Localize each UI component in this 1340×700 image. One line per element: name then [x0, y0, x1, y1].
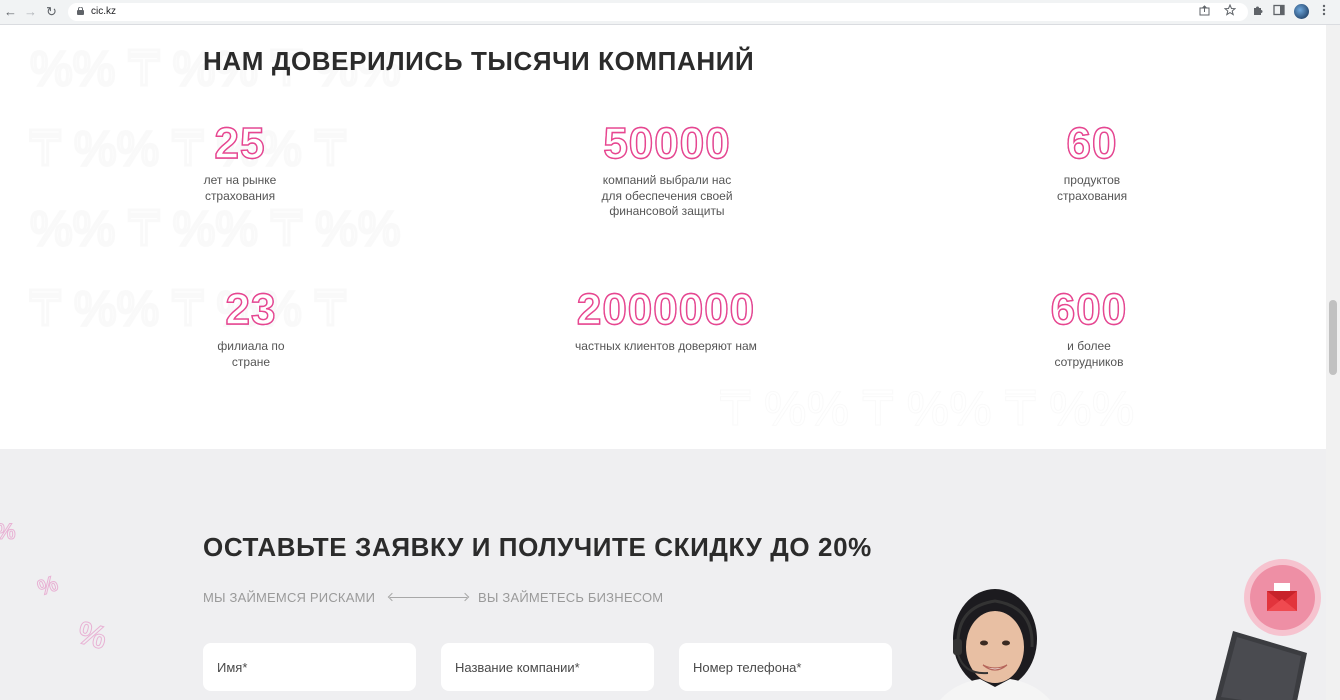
stat-label-line: для обеспечения своей: [601, 188, 733, 203]
more-menu-icon[interactable]: [1322, 3, 1326, 17]
stat-label-line: страхования: [204, 188, 276, 203]
stat-label-line: сотрудников: [1054, 354, 1124, 369]
support-operator-image: [940, 589, 1050, 700]
svg-text:%% ₸ %% ₸ %%: %% ₸ %% ₸ %%: [30, 203, 401, 256]
browser-toolbar: ← → ↻ cic.kz: [0, 0, 1340, 25]
tagline-left: МЫ ЗАЙМЕМСЯ РИСКАМИ: [203, 590, 376, 605]
scrollbar-thumb[interactable]: [1329, 300, 1337, 375]
lock-icon: [77, 7, 84, 15]
envelope-icon: [1267, 583, 1297, 611]
stat-label-line: страхования: [1056, 188, 1128, 203]
reload-icon[interactable]: ↻: [46, 3, 57, 21]
stat-label: филиала по стране: [201, 339, 301, 370]
stat-number: 600: [1029, 287, 1149, 332]
tagline-right: ВЫ ЗАЙМЕТЕСЬ БИЗНЕСОМ: [478, 590, 664, 605]
share-icon[interactable]: [1199, 5, 1210, 16]
back-icon[interactable]: ←: [4, 3, 17, 21]
stat-products: 60 продуктов страхования: [1032, 121, 1152, 204]
svg-text:₸ %% ₸ %% ₸ %%: ₸ %% ₸ %% ₸ %%: [720, 383, 1134, 436]
stat-label: лет на рынке страхования: [190, 173, 290, 204]
stat-companies: 50000 компаний выбрали нас для обеспечени…: [567, 121, 767, 220]
stat-employees: 600 и более сотрудников: [1029, 287, 1149, 370]
stat-label-line: филиала по: [217, 339, 285, 353]
percent-decoration: %: [73, 613, 111, 657]
phone-field[interactable]: [679, 643, 892, 691]
stat-label-line: финансовой защиты: [609, 204, 725, 218]
stat-label-line: частных клиентов доверяют нам: [575, 339, 757, 353]
stat-label: и более сотрудников: [1029, 339, 1149, 370]
stat-label: частных клиентов доверяют нам: [546, 339, 786, 355]
percent-decoration: %: [0, 519, 16, 545]
stat-label-line: и более: [1067, 339, 1111, 353]
request-form-section: % % % ОСТАВЬТЕ ЗАЯВКУ И ПОЛУЧИТЕ СКИДКУ …: [0, 449, 1326, 700]
stat-label: продуктов страхования: [1032, 173, 1152, 204]
url-text: cic.kz: [91, 6, 116, 17]
form-title: ОСТАВЬТЕ ЗАЯВКУ И ПОЛУЧИТЕ СКИДКУ ДО 20%: [203, 532, 872, 562]
background-pattern: %% ₸ %% ₸ %% ₸ %% ₸ %% ₸ %% ₸ %% ₸ %% ₸ …: [29, 42, 403, 338]
stat-number: 50000: [567, 121, 767, 166]
contact-float-button[interactable]: [1244, 559, 1321, 636]
name-field[interactable]: [203, 643, 416, 691]
stat-branches: 23 филиала по стране: [201, 287, 301, 370]
double-arrow-icon: [390, 597, 467, 598]
stat-label-line: лет на рынке: [203, 173, 277, 187]
background-pattern-right: ₸ %% ₸ %% ₸ %%: [720, 383, 1135, 437]
stat-label-line: стране: [231, 354, 271, 369]
stat-number: 2000000: [546, 287, 786, 332]
stat-label-line: компаний выбрали нас: [602, 173, 732, 187]
svg-text:₸ %% ₸ %% ₸: ₸ %% ₸ %% ₸: [30, 123, 346, 176]
stat-clients: 2000000 частных клиентов доверяют нам: [546, 287, 786, 355]
bookmark-star-icon[interactable]: [1224, 4, 1236, 16]
laptop-image: [1215, 631, 1307, 700]
company-field[interactable]: [441, 643, 654, 691]
forward-icon[interactable]: →: [24, 3, 37, 21]
side-panel-icon[interactable]: [1273, 4, 1285, 16]
stats-title: НАМ ДОВЕРИЛИСЬ ТЫСЯЧИ КОМПАНИЙ: [203, 46, 755, 76]
stat-label: компаний выбрали нас для обеспечения свое…: [567, 173, 767, 220]
stat-years: 25 лет на рынке страхования: [190, 121, 290, 204]
stat-number: 23: [201, 287, 301, 332]
stat-label-line: продуктов: [1063, 173, 1121, 187]
stat-number: 25: [190, 121, 290, 166]
percent-decoration: %: [34, 570, 62, 601]
profile-avatar[interactable]: [1294, 4, 1309, 19]
extensions-puzzle-icon[interactable]: [1252, 4, 1264, 16]
stats-section: %% ₸ %% ₸ %% ₸ %% ₸ %% ₸ %% ₸ %% ₸ %% ₸ …: [0, 25, 1326, 449]
address-bar[interactable]: cic.kz: [68, 3, 1248, 21]
phone-input[interactable]: [693, 643, 883, 691]
name-input[interactable]: [217, 643, 407, 691]
stat-number: 60: [1032, 121, 1152, 166]
company-input[interactable]: [455, 643, 645, 691]
